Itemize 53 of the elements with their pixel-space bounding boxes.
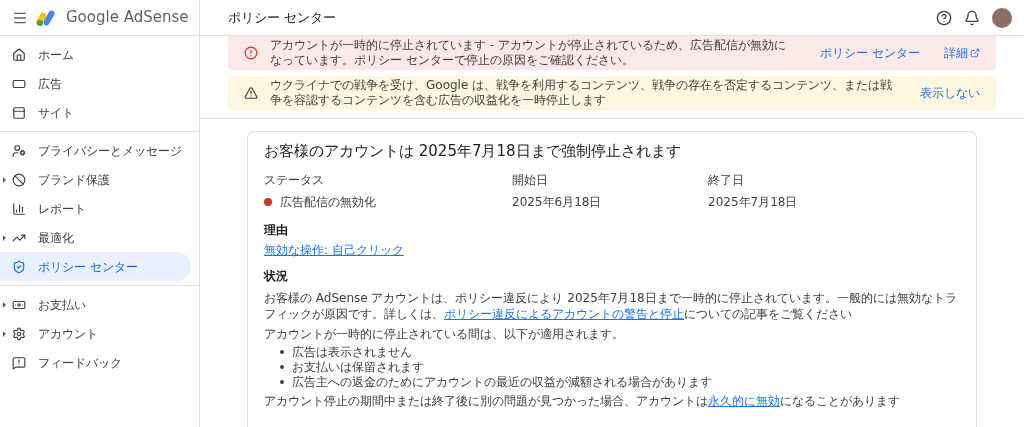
field-value: 広告配信の無効化 xyxy=(280,193,376,211)
bullet-icon xyxy=(280,365,284,369)
field-label: 終了日 xyxy=(708,171,745,189)
article-link[interactable]: 永久的に無効 xyxy=(708,393,780,408)
field-label: 開始日 xyxy=(512,171,549,189)
sidebar-item[interactable]: ホーム xyxy=(0,40,191,69)
banner-link[interactable]: 詳細 xyxy=(944,44,968,62)
help-icon[interactable] xyxy=(936,9,952,26)
sidebar-item[interactable]: 広告 xyxy=(0,69,191,98)
bullet-text: 広告主への返金のためにアカウントの最近の収益が減額される場合があります xyxy=(292,374,712,390)
sidebar-item[interactable]: レポート xyxy=(0,194,191,223)
reason-link[interactable]: 無効な操作: 自己クリック xyxy=(264,240,404,259)
sidebar-item[interactable]: プライバシーとメッセージ xyxy=(0,136,191,165)
banner-link[interactable]: 表示しない xyxy=(920,84,980,102)
person-gear-icon xyxy=(12,143,26,158)
field-label: ステータス xyxy=(264,171,325,189)
page-title: ポリシー センター xyxy=(228,8,337,27)
sidebar-item[interactable]: お支払い xyxy=(0,290,191,319)
body-paragraph: アカウント停止の期間中または終了後に別の問題が見つかった場合、アカウントは永久的に無効になることがあります xyxy=(264,392,901,409)
warning-icon xyxy=(244,86,258,100)
logo-icon xyxy=(36,9,58,26)
body-paragraph: アカウントが一時的に停止されている間は、以下が適用されます。 xyxy=(264,325,625,343)
banner-message: アカウントが一時的に停止されています - アカウントが停止されているため、広告配信が無効になっています。ポリシー センターで停止の原因をご確認ください。 xyxy=(270,38,787,68)
home-icon xyxy=(12,47,26,62)
bullet-text: お支払いは保留されます xyxy=(292,359,424,375)
settings-icon xyxy=(12,326,26,341)
browser-window-icon xyxy=(12,105,26,120)
bullet-text: 広告は表示されません xyxy=(292,344,412,360)
product-name: Google AdSense xyxy=(66,7,189,29)
avatar[interactable] xyxy=(992,7,1012,28)
sidebar-item[interactable]: ブランド保護 xyxy=(0,165,191,194)
sidebar-item[interactable]: フィードバック xyxy=(0,348,191,377)
shield-icon xyxy=(12,259,26,274)
feedback-icon xyxy=(12,355,26,370)
sidebar-item[interactable]: アカウント xyxy=(0,319,191,348)
field-value: 2025年6月18日 xyxy=(512,193,602,211)
field-value: 2025年7月18日 xyxy=(708,193,798,211)
notifications-icon[interactable] xyxy=(964,9,980,26)
bullet-icon xyxy=(280,350,284,354)
prohibited-icon xyxy=(12,172,26,187)
section-heading: 理由 xyxy=(264,221,289,239)
banner-message: ウクライナでの戦争を受け、Google は、戦争を利用するコンテンツ、戦争の存在を否定するコンテンツ、または戦争を容認するコンテンツを含む広告の収益化を一時停止します xyxy=(270,78,894,108)
section-heading: 状況 xyxy=(264,267,289,285)
error-icon xyxy=(244,46,258,60)
bullet-icon xyxy=(280,380,284,384)
bar-chart-icon xyxy=(12,201,26,216)
sidebar-item[interactable]: サイト xyxy=(0,98,191,127)
card-title: お客様のアカウントは 2025年7月18日まで強制停止されます xyxy=(264,141,682,162)
sidebar-item[interactable]: 最適化 xyxy=(0,223,191,252)
body-paragraph: お客様の AdSense アカウントは、ポリシー違反により 2025年7月18日まで一時的に停止されています。一般的には無効なトラフィックが原因です。詳しくは、ポリシー違反によるアカウントの警告と停止についての記事をご覧ください xyxy=(264,289,958,322)
banner-link[interactable]: ポリシー センター xyxy=(820,44,920,62)
sidebar-item[interactable]: ポリシー センター xyxy=(0,252,191,281)
article-link[interactable]: ポリシー違反によるアカウントの警告と停止 xyxy=(444,306,684,321)
